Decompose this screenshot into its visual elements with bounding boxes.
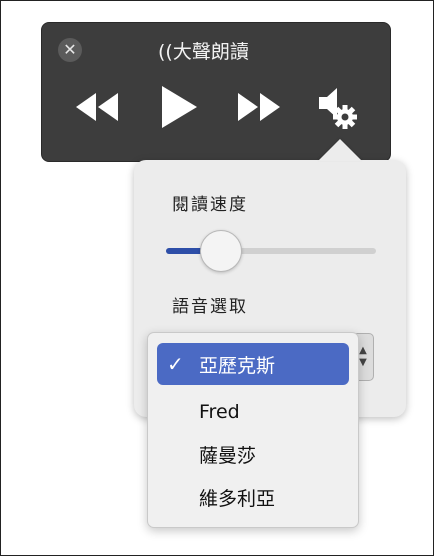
rewind-icon <box>76 93 118 121</box>
play-icon <box>162 86 197 128</box>
chevron-down-icon: ▼ <box>359 357 367 368</box>
chevron-up-icon: ▲ <box>359 345 367 356</box>
menu-item-label: 維多利亞 <box>199 487 276 510</box>
close-icon: ✕ <box>63 40 77 59</box>
speaker-settings-button[interactable] <box>317 85 363 131</box>
menu-item-label: Fred <box>199 401 240 423</box>
toolbar-title: ((大聲朗讀 <box>158 41 249 63</box>
speaker-settings-icon <box>319 88 357 129</box>
fast-forward-button[interactable] <box>236 92 282 122</box>
popover-arrow <box>318 139 362 161</box>
voice-selection-label: 語音選取 <box>172 297 248 317</box>
slider-knob[interactable] <box>200 230 242 272</box>
play-button[interactable] <box>160 85 198 129</box>
fast-forward-icon <box>238 93 280 121</box>
menu-item-label: 亞歷克斯 <box>199 354 276 377</box>
menu-item-samantha[interactable]: 薩曼莎 <box>157 433 349 475</box>
menu-item-victoria[interactable]: 維多利亞 <box>157 476 349 518</box>
rewind-button[interactable] <box>74 92 120 122</box>
checkmark-icon: ✓ <box>167 352 184 376</box>
reading-speed-label: 閱讀速度 <box>172 195 248 215</box>
close-button[interactable]: ✕ <box>58 38 82 62</box>
voice-dropdown-menu: ✓ 亞歷克斯 Fred 薩曼莎 維多利亞 <box>147 332 359 528</box>
menu-item-alex[interactable]: ✓ 亞歷克斯 <box>157 343 349 385</box>
menu-item-label: 薩曼莎 <box>199 444 257 467</box>
reading-speed-slider[interactable] <box>166 248 376 254</box>
menu-item-fred[interactable]: Fred <box>157 391 349 433</box>
